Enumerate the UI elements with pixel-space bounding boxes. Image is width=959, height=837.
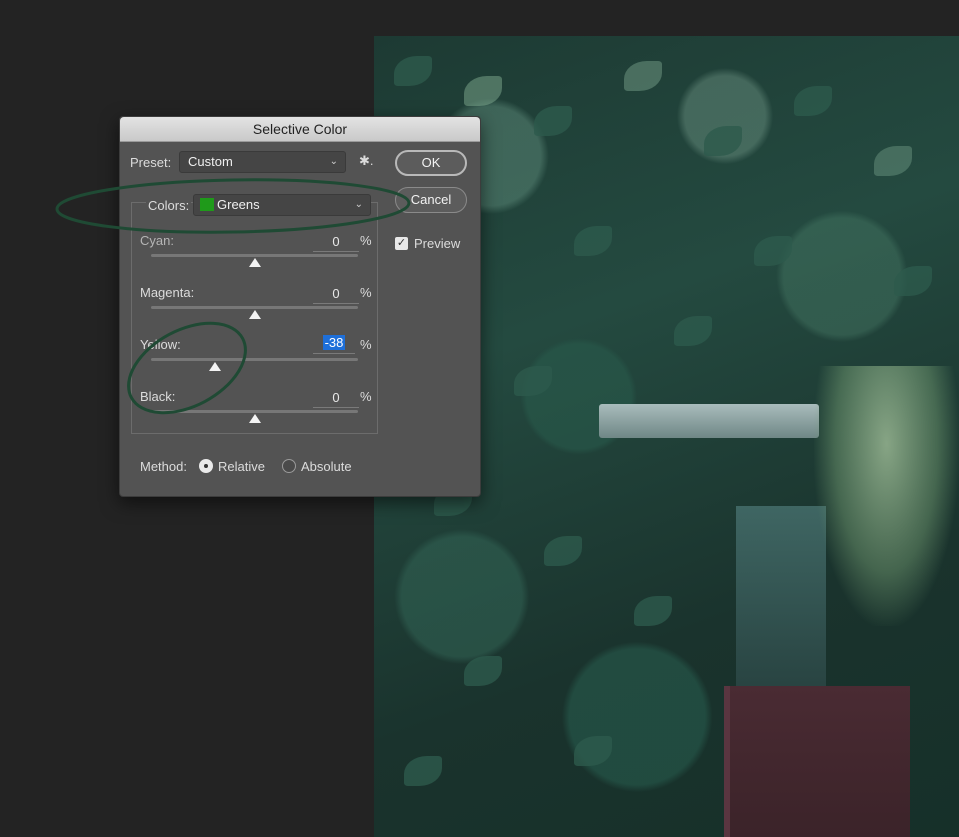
black-slider-thumb[interactable] — [248, 414, 261, 423]
colors-select[interactable]: Greens ⌄ — [193, 194, 371, 216]
preview-checkbox[interactable]: ✓ — [395, 237, 408, 250]
magenta-slider-row: Magenta: % — [140, 283, 378, 335]
preset-value: Custom — [188, 154, 233, 169]
gear-icon[interactable]: ✱. — [359, 153, 374, 169]
magenta-percent: % — [360, 285, 372, 300]
cyan-label: Cyan: — [140, 233, 174, 248]
yellow-slider-track[interactable] — [151, 358, 358, 361]
method-label: Method: — [140, 459, 187, 474]
colors-label: Colors: — [146, 198, 192, 213]
window-sill — [599, 404, 819, 438]
black-slider-row: Black: % — [140, 387, 378, 439]
magenta-value-input[interactable] — [313, 283, 359, 304]
yellow-slider-row: Yellow: -38 % — [140, 335, 378, 387]
cyan-value-input[interactable] — [313, 231, 359, 252]
chevron-down-icon: ⌄ — [329, 156, 338, 167]
green-swatch-icon — [200, 198, 214, 211]
cyan-slider-row: Cyan: % — [140, 231, 378, 283]
chevron-down-icon: ⌄ — [354, 199, 363, 210]
relative-label: Relative — [218, 459, 265, 474]
yellow-value-selected: -38 — [322, 335, 346, 350]
check-icon: ✓ — [396, 237, 407, 249]
yellow-label: Yellow: — [140, 337, 181, 352]
window-glass — [736, 506, 826, 706]
colors-value: Greens — [217, 197, 260, 212]
absolute-radio[interactable] — [282, 459, 296, 473]
preview-label: Preview — [414, 236, 461, 251]
magenta-slider-thumb[interactable] — [248, 310, 261, 319]
selective-color-dialog: Selective Color Preset: Custom ⌄ ✱. OK C… — [119, 116, 481, 497]
preset-select[interactable]: Custom ⌄ — [179, 151, 346, 173]
black-value-input[interactable] — [313, 387, 359, 408]
magenta-slider-track[interactable] — [151, 306, 358, 309]
cyan-slider-track[interactable] — [151, 254, 358, 257]
yellow-percent: % — [360, 337, 372, 352]
black-percent: % — [360, 389, 372, 404]
cancel-button[interactable]: Cancel — [395, 187, 467, 213]
cyan-slider-thumb[interactable] — [248, 258, 261, 267]
ok-button[interactable]: OK — [395, 150, 467, 176]
preset-label: Preset: — [130, 155, 172, 170]
light-ivy-cluster — [814, 366, 959, 626]
cyan-percent: % — [360, 233, 372, 248]
absolute-label: Absolute — [301, 459, 352, 474]
dialog-title[interactable]: Selective Color — [120, 117, 480, 142]
yellow-slider-thumb[interactable] — [209, 362, 222, 371]
door — [724, 686, 910, 837]
black-label: Black: — [140, 389, 176, 404]
yellow-value-input[interactable]: -38 — [313, 335, 355, 354]
black-slider-track[interactable] — [151, 410, 358, 413]
magenta-label: Magenta: — [140, 285, 195, 300]
relative-radio[interactable] — [199, 459, 213, 473]
